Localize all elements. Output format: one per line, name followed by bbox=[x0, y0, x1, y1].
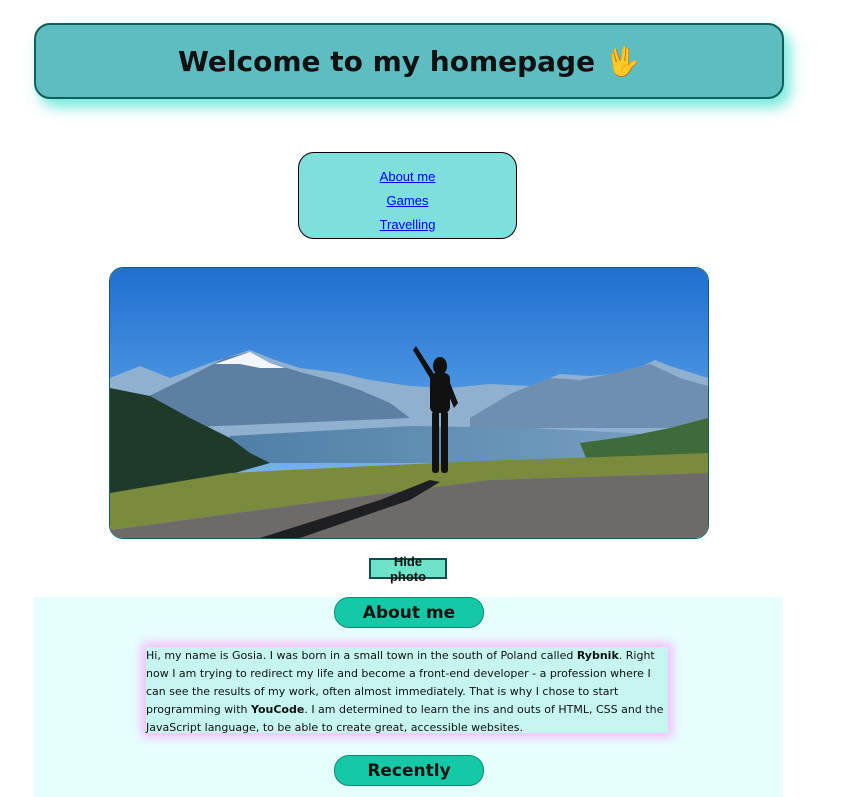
vulcan-salute-icon: 🖖 bbox=[605, 44, 640, 78]
hide-photo-button[interactable]: Hide photo bbox=[369, 554, 447, 584]
about-paragraph: Hi, my name is Gosia. I was born in a sm… bbox=[146, 647, 668, 734]
about-bold-youcode: YouCode bbox=[251, 703, 305, 716]
about-heading: About me bbox=[334, 597, 484, 628]
about-section: About me Hi, my name is Gosia. I was bor… bbox=[34, 597, 783, 797]
nav-link-about-me[interactable]: About me bbox=[380, 165, 436, 189]
main-nav: About me Games Travelling bbox=[298, 152, 517, 239]
profile-photo bbox=[109, 267, 709, 539]
page-title: Welcome to my homepage bbox=[178, 44, 596, 78]
nav-link-games[interactable]: Games bbox=[387, 189, 429, 213]
recently-heading: Recently bbox=[334, 755, 484, 786]
about-bold-rybnik: Rybnik bbox=[576, 649, 619, 662]
page-header: Welcome to my homepage 🖖 bbox=[34, 23, 784, 99]
nav-link-travelling[interactable]: Travelling bbox=[380, 213, 436, 237]
about-text-part-1: Hi, my name is Gosia. I was born in a sm… bbox=[146, 649, 577, 662]
photo-image bbox=[110, 268, 708, 538]
